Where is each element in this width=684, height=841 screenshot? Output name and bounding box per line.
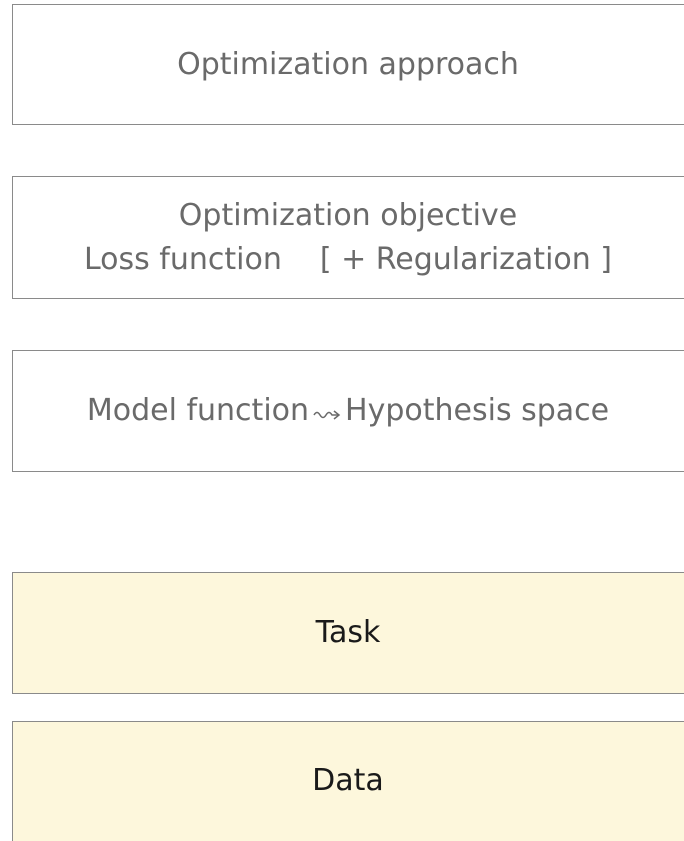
optimization-approach-label: Optimization approach bbox=[177, 46, 519, 82]
model-hypothesis-line: Model function Hypothesis space bbox=[87, 389, 609, 433]
data-label: Data bbox=[312, 763, 384, 799]
model-function-label: Model function bbox=[86, 392, 310, 428]
task-box: Task bbox=[12, 572, 684, 694]
optimization-objective-title: Optimization objective bbox=[178, 198, 518, 233]
loss-function-label: Loss function bbox=[83, 241, 282, 277]
optimization-objective-box: Optimization objective Loss function [ + … bbox=[12, 176, 684, 299]
leadsto-arrow-icon bbox=[313, 390, 341, 434]
task-label: Task bbox=[315, 615, 381, 651]
data-box: Data bbox=[12, 721, 684, 841]
regularization-label: [ + Regularization ] bbox=[319, 241, 613, 277]
model-function-box: Model function Hypothesis space bbox=[12, 350, 684, 472]
optimization-approach-box: Optimization approach bbox=[12, 4, 684, 125]
diagram-canvas: Optimization approach Optimization objec… bbox=[0, 0, 684, 841]
loss-regularization-line: Loss function [ + Regularization ] bbox=[84, 238, 612, 282]
hypothesis-space-label: Hypothesis space bbox=[345, 392, 610, 428]
